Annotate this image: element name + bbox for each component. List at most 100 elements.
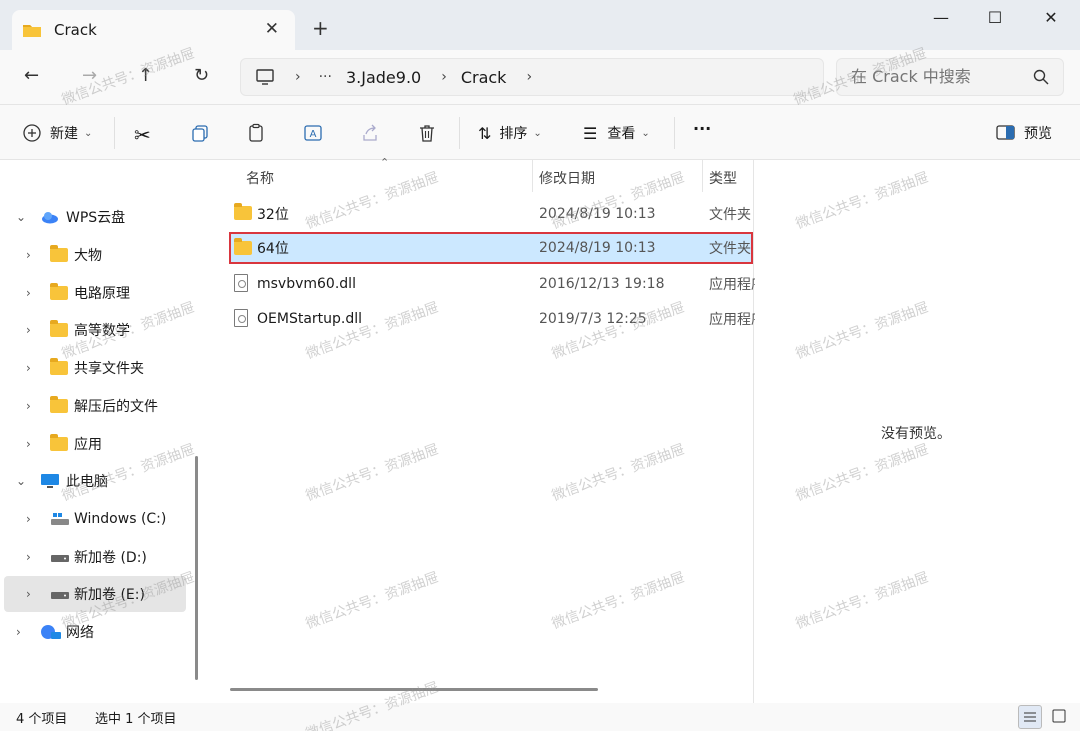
nav-drive-c[interactable]: › Windows (C:) bbox=[0, 501, 190, 537]
nav-item-dawu[interactable]: › 大物 bbox=[0, 237, 190, 273]
title-bar: Crack ✕ + — ☐ ✕ bbox=[0, 0, 1080, 50]
nav-item-math[interactable]: › 高等数学 bbox=[0, 312, 190, 348]
up-button[interactable]: ↑ bbox=[138, 65, 153, 86]
column-header-name[interactable]: 名称 bbox=[246, 168, 274, 188]
copy-icon bbox=[192, 125, 208, 142]
chevron-right-icon[interactable]: › bbox=[26, 323, 31, 337]
maximize-button[interactable]: ☐ bbox=[972, 8, 1018, 30]
file-row-oemstartup[interactable]: OEMStartup.dll 2019/7/3 12:25 应用程序扩展 bbox=[229, 303, 793, 335]
copy-button[interactable] bbox=[190, 123, 210, 143]
chevron-right-icon[interactable]: › bbox=[26, 361, 31, 375]
view-button[interactable]: ☰ 查看 ⌄ bbox=[583, 123, 650, 143]
rename-button[interactable]: A bbox=[303, 123, 323, 143]
chevron-right-icon[interactable]: › bbox=[26, 399, 31, 413]
this-pc-icon bbox=[256, 69, 274, 85]
file-row-64[interactable]: 64位 2024/8/19 10:13 文件夹 bbox=[229, 232, 753, 264]
tab-crack[interactable]: Crack ✕ bbox=[12, 10, 295, 50]
breadcrumb-jade[interactable]: 3.Jade9.0 bbox=[346, 68, 421, 87]
chevron-right-icon[interactable]: › bbox=[26, 248, 31, 262]
nav-label: 高等数学 bbox=[74, 323, 130, 339]
nav-label: 大物 bbox=[74, 248, 102, 264]
nav-label: Windows (C:) bbox=[74, 511, 167, 527]
computer-icon bbox=[41, 474, 59, 488]
chevron-down-icon[interactable]: ⌄ bbox=[16, 474, 26, 488]
chevron-right-icon[interactable]: › bbox=[441, 69, 447, 85]
nav-label: 共享文件夹 bbox=[74, 361, 144, 377]
preview-pane-icon bbox=[996, 125, 1015, 140]
breadcrumb-crack[interactable]: Crack bbox=[461, 68, 507, 87]
tiles-view-icon bbox=[1052, 709, 1066, 723]
close-window-button[interactable]: ✕ bbox=[1028, 8, 1074, 30]
more-options-button[interactable]: ··· bbox=[693, 119, 711, 138]
details-view-button[interactable] bbox=[1018, 705, 1042, 729]
search-box[interactable] bbox=[836, 58, 1064, 96]
divider bbox=[114, 117, 115, 149]
chevron-right-icon[interactable]: › bbox=[26, 587, 31, 601]
view-list-icon: ☰ bbox=[583, 123, 598, 143]
nav-label: 新加卷 (E:) bbox=[74, 587, 145, 603]
nav-label: 应用 bbox=[74, 437, 102, 453]
network-icon bbox=[41, 625, 61, 639]
column-divider[interactable] bbox=[702, 160, 703, 192]
close-tab-icon[interactable]: ✕ bbox=[265, 19, 279, 39]
chevron-right-icon[interactable]: › bbox=[26, 437, 31, 451]
nav-item-extracted[interactable]: › 解压后的文件 bbox=[0, 388, 190, 424]
column-header-type[interactable]: 类型 bbox=[709, 168, 737, 188]
refresh-button[interactable]: ↻ bbox=[194, 65, 209, 86]
search-input[interactable] bbox=[851, 67, 1021, 86]
divider bbox=[674, 117, 675, 149]
chevron-right-icon[interactable]: › bbox=[295, 69, 301, 85]
file-row-msvbvm[interactable]: msvbvm60.dll 2016/12/13 19:18 应用程序扩展 bbox=[229, 268, 793, 300]
nav-network[interactable]: › 网络 bbox=[0, 614, 190, 650]
chevron-right-icon[interactable]: › bbox=[526, 69, 532, 85]
nav-item-circuit[interactable]: › 电路原理 bbox=[0, 275, 190, 311]
item-count: 4 个项目 bbox=[16, 712, 68, 727]
sort-icon: ⇅ bbox=[478, 123, 492, 143]
preview-pane: 没有预览。 bbox=[755, 160, 1080, 703]
nav-drive-e[interactable]: › 新加卷 (E:) bbox=[4, 576, 186, 612]
horizontal-scrollbar[interactable] bbox=[230, 688, 598, 691]
dll-file-icon bbox=[234, 309, 248, 327]
search-icon[interactable] bbox=[1033, 69, 1049, 85]
nav-scrollbar[interactable] bbox=[195, 456, 198, 680]
new-button[interactable]: 新建 ⌄ bbox=[22, 123, 92, 143]
chevron-right-icon[interactable]: › bbox=[26, 550, 31, 564]
chevron-right-icon[interactable]: › bbox=[26, 286, 31, 300]
navigation-pane: ⌄ WPS云盘 › 大物 › 电路原理 › 高等数学 › 共享文件夹 › 解压后… bbox=[0, 160, 200, 703]
chevron-right-icon[interactable]: › bbox=[16, 625, 21, 639]
preview-pane-button[interactable]: 预览 bbox=[996, 123, 1052, 143]
cloud-icon bbox=[42, 212, 58, 224]
more-crumbs-icon[interactable]: ··· bbox=[319, 69, 332, 85]
address-bar[interactable]: › ··· 3.Jade9.0 › Crack › bbox=[240, 58, 824, 96]
nav-item-shared[interactable]: › 共享文件夹 bbox=[0, 350, 190, 386]
nav-wps-cloud[interactable]: ⌄ WPS云盘 bbox=[0, 199, 190, 235]
folder-icon bbox=[234, 203, 252, 220]
forward-button[interactable]: → bbox=[82, 65, 97, 86]
new-tab-button[interactable]: + bbox=[312, 16, 329, 40]
selection-count: 选中 1 个项目 bbox=[95, 712, 177, 727]
back-button[interactable]: ← bbox=[24, 65, 39, 86]
tiles-view-button[interactable] bbox=[1048, 705, 1072, 729]
new-label: 新建 bbox=[50, 126, 78, 142]
paste-button[interactable] bbox=[246, 123, 266, 143]
svg-text:A: A bbox=[310, 129, 317, 140]
nav-label: 新加卷 (D:) bbox=[74, 550, 147, 566]
folder-icon bbox=[23, 25, 41, 37]
view-label: 查看 bbox=[607, 126, 636, 142]
nav-drive-d[interactable]: › 新加卷 (D:) bbox=[0, 539, 190, 575]
chevron-down-icon[interactable]: ⌄ bbox=[16, 210, 26, 224]
cut-button[interactable]: ✂ bbox=[134, 123, 151, 147]
file-row-32[interactable]: 32位 2024/8/19 10:13 文件夹 bbox=[229, 198, 753, 230]
sort-button[interactable]: ⇅ 排序 ⌄ bbox=[478, 123, 542, 143]
chevron-right-icon[interactable]: › bbox=[26, 512, 31, 526]
share-button[interactable] bbox=[360, 123, 380, 143]
no-preview-text: 没有预览。 bbox=[881, 426, 951, 442]
column-header-date[interactable]: 修改日期 bbox=[539, 168, 595, 188]
minimize-button[interactable]: — bbox=[918, 8, 964, 30]
column-divider[interactable] bbox=[532, 160, 533, 192]
preview-label: 预览 bbox=[1024, 126, 1052, 142]
nav-item-apps[interactable]: › 应用 bbox=[0, 426, 190, 462]
delete-button[interactable] bbox=[417, 123, 437, 143]
sort-label: 排序 bbox=[499, 126, 528, 142]
nav-this-pc[interactable]: ⌄ 此电脑 bbox=[0, 463, 190, 499]
